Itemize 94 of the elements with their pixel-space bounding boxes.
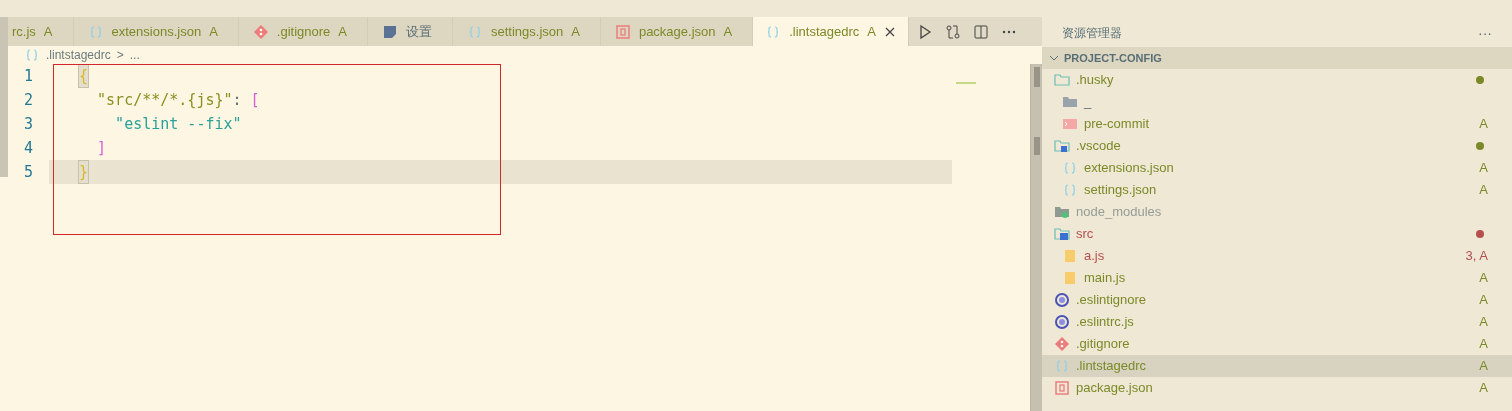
tree-item[interactable]: .gitignore A (1042, 333, 1512, 355)
tree-item[interactable]: .lintstagedrc A (1042, 355, 1512, 377)
folder-icon (1054, 204, 1070, 220)
status-label: A (43, 22, 53, 41)
status-label: A (571, 22, 580, 41)
tab-label: .gitignore (276, 22, 331, 41)
file-name: settings.json (1084, 181, 1158, 200)
tree-item[interactable]: settings.json A (1042, 179, 1512, 201)
file-name: .husky (1076, 71, 1115, 90)
file-icon (1062, 270, 1078, 286)
editor-tab[interactable]: .lintstagedrc A (753, 17, 909, 46)
status-label: A (1479, 291, 1488, 310)
editor-tab[interactable]: settings.json A (452, 17, 601, 46)
folder-icon (1054, 138, 1070, 154)
folder-icon (1054, 72, 1070, 88)
split-editor-icon[interactable] (972, 23, 989, 40)
file-name: node_modules (1076, 203, 1163, 222)
tree-item[interactable]: .husky (1042, 69, 1512, 91)
tree-item[interactable]: node_modules (1042, 201, 1512, 223)
tree-item[interactable]: .vscode (1042, 135, 1512, 157)
file-name: .eslintignore (1076, 291, 1148, 310)
status-label: A (1479, 379, 1488, 398)
braces-icon (24, 47, 40, 63)
file-name: main.js (1084, 269, 1127, 288)
line-number: 3 (22, 113, 34, 135)
tree-item[interactable]: _ (1042, 91, 1512, 113)
braces-icon (1054, 358, 1070, 374)
file-name: src (1076, 225, 1095, 244)
file-name: .gitignore (1076, 335, 1131, 354)
status-label: A (723, 22, 733, 41)
editor-tab[interactable]: extensions.json A (73, 17, 239, 46)
compare-icon[interactable] (944, 23, 961, 40)
editor-tab[interactable]: package.json A (600, 17, 754, 46)
file-name: a.js (1084, 247, 1106, 266)
status-label: 3, A (1465, 247, 1488, 266)
tab-label: extensions.json (111, 22, 202, 41)
tree-item[interactable]: a.js 3, A (1042, 245, 1512, 267)
status-label: A (1479, 181, 1488, 200)
tree-item[interactable]: extensions.json A (1042, 157, 1512, 179)
breadcrumb-item[interactable]: .lintstagedrc (46, 46, 111, 64)
file-name: .eslintrc.js (1076, 313, 1135, 332)
tab-label: .lintstagedrc (789, 22, 860, 41)
tree-item[interactable]: .eslintignore A (1042, 289, 1512, 311)
tab-label: 设置 (405, 22, 432, 41)
line-number: 5 (22, 161, 34, 183)
status-label: A (209, 22, 218, 41)
line-number: 4 (22, 137, 34, 159)
file-name: pre-commit (1084, 115, 1150, 134)
file-name: _ (1084, 93, 1093, 112)
braces-icon (1062, 160, 1078, 176)
line-number: 2 (22, 89, 34, 111)
folder-header[interactable]: PROJECT-CONFIG (1042, 47, 1512, 69)
tree-item[interactable]: .eslintrc.js A (1042, 311, 1512, 333)
folder-icon (1054, 226, 1070, 242)
file-icon (1062, 248, 1078, 264)
status-label: A (1479, 159, 1488, 178)
editor-tab[interactable]: 设置 (367, 17, 453, 46)
file-name: extensions.json (1084, 159, 1175, 178)
tab-label: settings.json (490, 22, 564, 41)
tree-item[interactable]: package.json A (1042, 377, 1512, 399)
ring-icon (1054, 314, 1070, 330)
line-number: 1 (22, 65, 34, 87)
document-icon (381, 23, 398, 40)
editor-tab[interactable]: .gitignore A (238, 17, 368, 46)
tree-item[interactable]: pre-commit A (1042, 113, 1512, 135)
breadcrumb-item[interactable]: ... (129, 46, 140, 64)
more-button[interactable]: ··· (1478, 22, 1492, 44)
close-icon[interactable] (883, 25, 896, 38)
status-label: A (1479, 115, 1488, 134)
status-label: A (867, 22, 876, 41)
status-label: A (338, 22, 347, 41)
file-name: .vscode (1076, 137, 1122, 156)
tree-item[interactable]: main.js A (1042, 267, 1512, 289)
panel-title: 资源管理器 (1062, 25, 1122, 42)
braces-icon (1062, 182, 1078, 198)
status-label: A (1479, 269, 1488, 288)
status-label: A (1479, 335, 1488, 354)
minimap (956, 82, 976, 86)
terminal-icon (1062, 116, 1078, 132)
breadcrumb-separator: > (116, 47, 124, 64)
tab-label: rc.js (12, 22, 36, 41)
package-icon (1054, 380, 1070, 396)
editor-tab[interactable]: rc.js A (8, 17, 74, 46)
diamond-icon (1054, 336, 1070, 352)
status-label: A (1479, 357, 1488, 376)
folder-icon (1062, 94, 1078, 110)
diamond-icon (252, 23, 269, 40)
tab-label: package.json (638, 22, 716, 41)
ring-icon (1054, 292, 1070, 308)
tree-item[interactable]: src (1042, 223, 1512, 245)
status-label: A (1479, 313, 1488, 332)
file-name: package.json (1076, 379, 1154, 398)
package-icon (614, 23, 631, 40)
file-name: .lintstagedrc (1076, 357, 1148, 376)
